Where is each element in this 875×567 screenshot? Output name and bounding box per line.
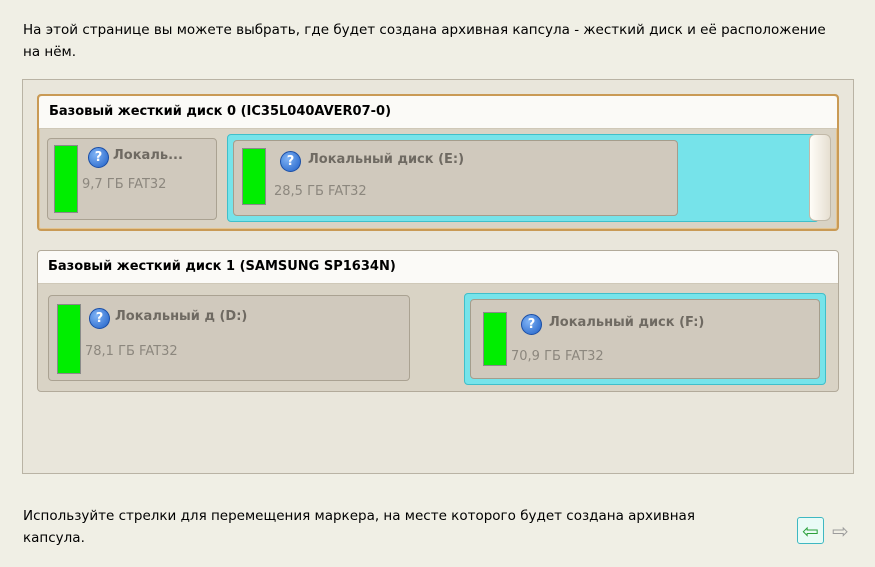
usage-bar [57, 304, 81, 374]
partition-info: 78,1 ГБ FAT32 [85, 344, 178, 359]
usage-bar [54, 145, 78, 213]
partition-name: Локальный д (D:) [115, 309, 248, 324]
disk-0[interactable]: Базовый жесткий диск 0 (IC35L040AVER07-0… [37, 94, 839, 231]
partition-info: 9,7 ГБ FAT32 [82, 177, 167, 192]
partition-disk0-e-selected[interactable]: ? Локальный диск (E:) 28,5 ГБ FAT32 [227, 134, 819, 222]
intro-text: На этой странице вы можете выбрать, где … [23, 22, 826, 60]
partition-disk1-f-selected[interactable]: ? Локальный диск (F:) 70,9 ГБ FAT32 [464, 293, 826, 385]
arrow-right-icon[interactable]: ⇨ [827, 517, 854, 544]
disk-map-panel: Базовый жесткий диск 0 (IC35L040AVER07-0… [22, 79, 854, 474]
partition-info: 70,9 ГБ FAT32 [511, 349, 604, 364]
disk-1[interactable]: Базовый жесткий диск 1 (SAMSUNG SP1634N)… [37, 250, 839, 392]
help-icon: ? [88, 147, 109, 168]
disk-0-scrollbar[interactable] [809, 134, 831, 221]
help-icon: ? [280, 151, 301, 172]
usage-bar [242, 148, 266, 205]
partition-disk1-d[interactable]: ? Локальный д (D:) 78,1 ГБ FAT32 [48, 295, 410, 381]
partition-inner [470, 299, 820, 379]
footer-hint: Используйте стрелки для перемещения марк… [23, 508, 695, 546]
help-icon: ? [89, 308, 110, 329]
disk-0-title: Базовый жесткий диск 0 (IC35L040AVER07-0… [39, 96, 837, 129]
partition-name: Локаль... [113, 148, 183, 163]
disk-1-title: Базовый жесткий диск 1 (SAMSUNG SP1634N) [38, 251, 838, 284]
partition-name: Локальный диск (F:) [549, 315, 705, 330]
arrow-left-icon[interactable]: ⇦ [797, 517, 824, 544]
partition-name: Локальный диск (E:) [308, 152, 465, 167]
usage-bar [483, 312, 507, 366]
help-icon: ? [521, 314, 542, 335]
partition-info: 28,5 ГБ FAT32 [274, 184, 367, 199]
partition-disk0-1[interactable]: ? Локаль... 9,7 ГБ FAT32 [47, 138, 217, 220]
